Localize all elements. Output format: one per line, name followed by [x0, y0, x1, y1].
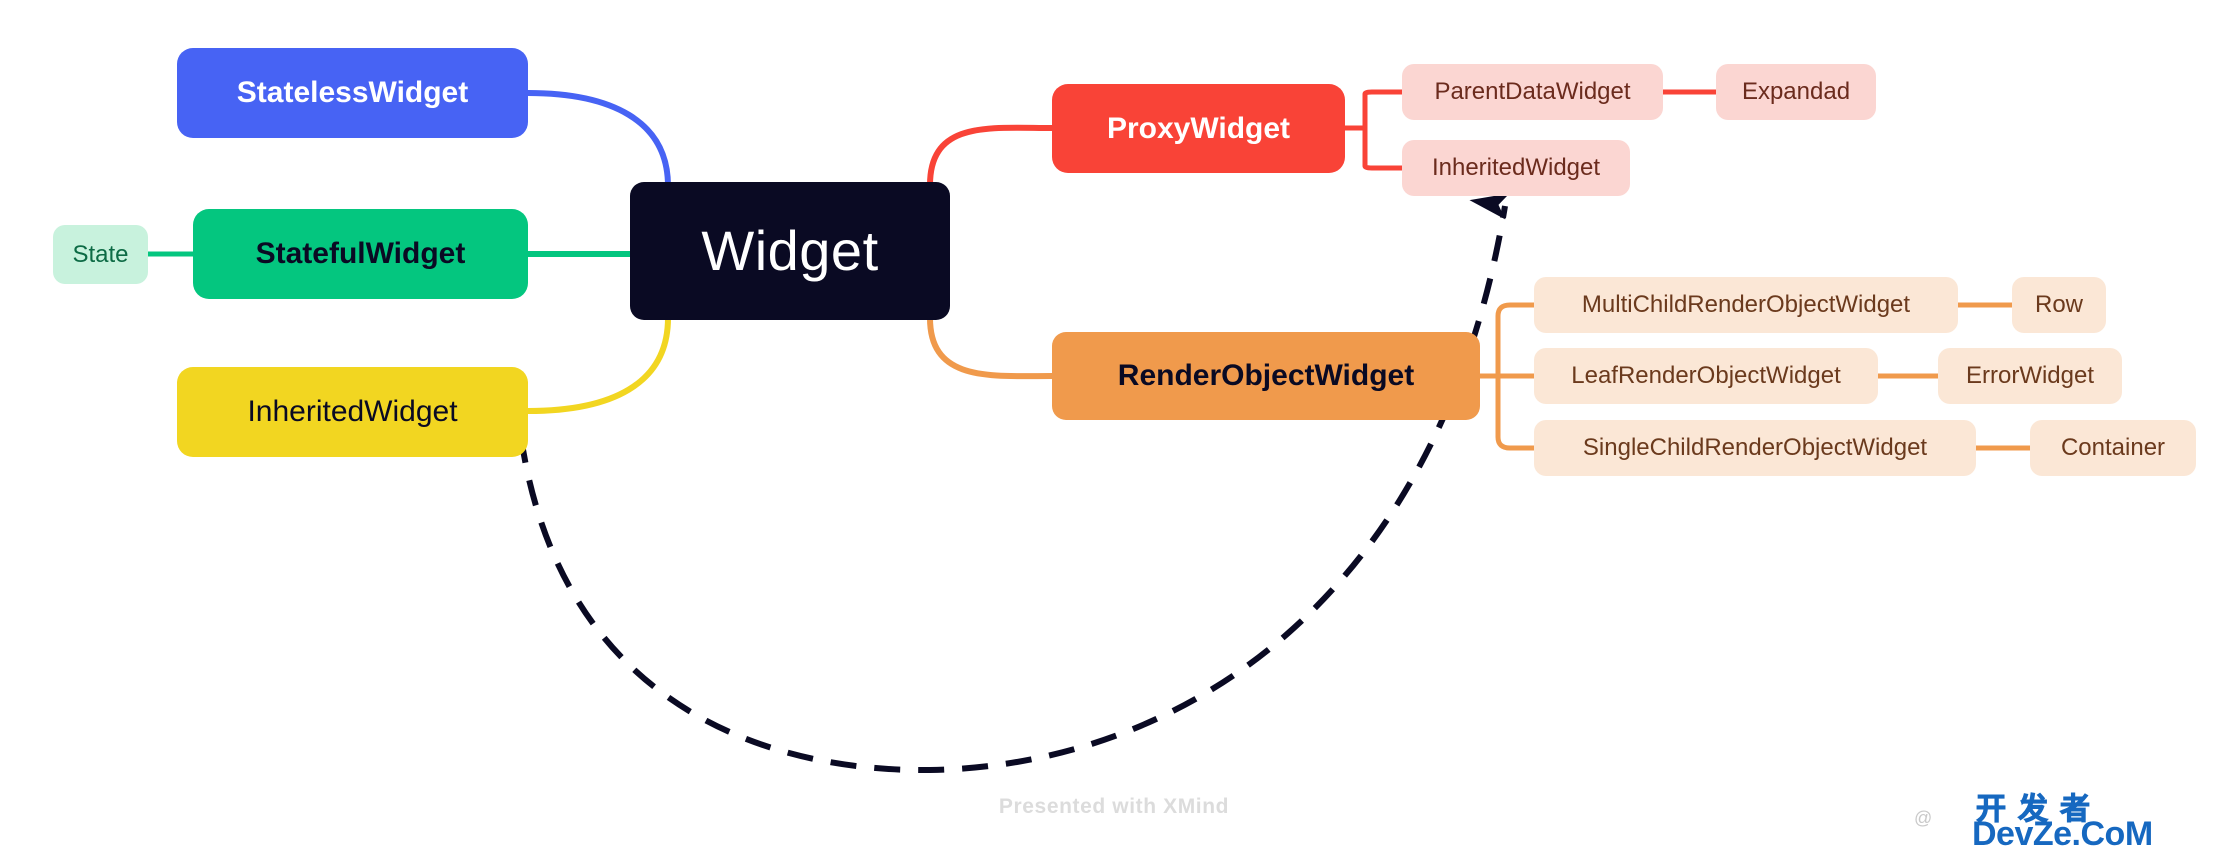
- edge-widget-renderobjectwidget: [927, 317, 1053, 380]
- watermark: @ 开发者 DevZe.CoM: [1914, 782, 2214, 856]
- edge-proxy-bracket: [1345, 89, 1402, 171]
- node-state[interactable]: State: [53, 225, 148, 284]
- node-renderobjectwidget[interactable]: RenderObjectWidget: [1052, 332, 1480, 420]
- node-singlechildrenderobjectwidget[interactable]: SingleChildRenderObjectWidget: [1534, 420, 1976, 476]
- node-container[interactable]: Container: [2030, 420, 2196, 476]
- node-expandad[interactable]: Expandad: [1716, 64, 1876, 120]
- watermark-handle: @: [1914, 808, 1934, 828]
- node-widget-root-label: Widget: [701, 219, 879, 282]
- node-expandad-label: Expandad: [1741, 78, 1851, 105]
- watermark-site: DevZe.CoM: [1972, 815, 2153, 853]
- node-statelesswidget[interactable]: StatelessWidget: [177, 48, 528, 138]
- mindmap-canvas: StatelessWidget State StatefulWidget Inh…: [0, 0, 2228, 860]
- node-inheritedwidget-proxy-child-label: InheritedWidget: [1431, 154, 1601, 181]
- node-widget-root[interactable]: Widget: [630, 182, 950, 320]
- node-statelesswidget-label: StatelessWidget: [236, 76, 469, 109]
- edge-inheritedwidget-widget: [527, 317, 671, 414]
- node-inheritedwidget-proxy-child[interactable]: InheritedWidget: [1402, 140, 1630, 196]
- node-inheritedwidget-left[interactable]: InheritedWidget: [177, 367, 528, 457]
- xmind-attribution: Presented with XMind: [998, 795, 1230, 818]
- node-proxywidget[interactable]: ProxyWidget: [1052, 84, 1345, 173]
- node-renderobjectwidget-label: RenderObjectWidget: [1117, 359, 1415, 392]
- node-parentdatawidget[interactable]: ParentDataWidget: [1402, 64, 1663, 120]
- node-statefulwidget-label: StatefulWidget: [255, 237, 466, 270]
- node-singlechildrenderobjectwidget-label: SingleChildRenderObjectWidget: [1582, 434, 1928, 461]
- node-row-label: Row: [2034, 291, 2083, 318]
- node-container-label: Container: [2060, 434, 2166, 461]
- node-errorwidget[interactable]: ErrorWidget: [1938, 348, 2122, 404]
- node-errorwidget-label: ErrorWidget: [1965, 362, 2095, 389]
- edge-renderobject-bracket: [1480, 302, 1534, 451]
- node-multichildrenderobjectwidget[interactable]: MultiChildRenderObjectWidget: [1534, 277, 1958, 333]
- node-statefulwidget[interactable]: StatefulWidget: [193, 209, 528, 299]
- node-leafrenderobjectwidget-label: LeafRenderObjectWidget: [1571, 362, 1841, 389]
- edge-statelesswidget-widget: [527, 90, 671, 187]
- edge-widget-proxywidget: [927, 124, 1053, 186]
- node-state-label: State: [72, 240, 129, 268]
- node-parentdatawidget-label: ParentDataWidget: [1434, 78, 1631, 105]
- node-proxywidget-label: ProxyWidget: [1106, 111, 1291, 145]
- node-row[interactable]: Row: [2012, 277, 2106, 333]
- node-leafrenderobjectwidget[interactable]: LeafRenderObjectWidget: [1534, 348, 1878, 404]
- node-multichildrenderobjectwidget-label: MultiChildRenderObjectWidget: [1581, 291, 1911, 318]
- node-inheritedwidget-left-label: InheritedWidget: [247, 395, 458, 428]
